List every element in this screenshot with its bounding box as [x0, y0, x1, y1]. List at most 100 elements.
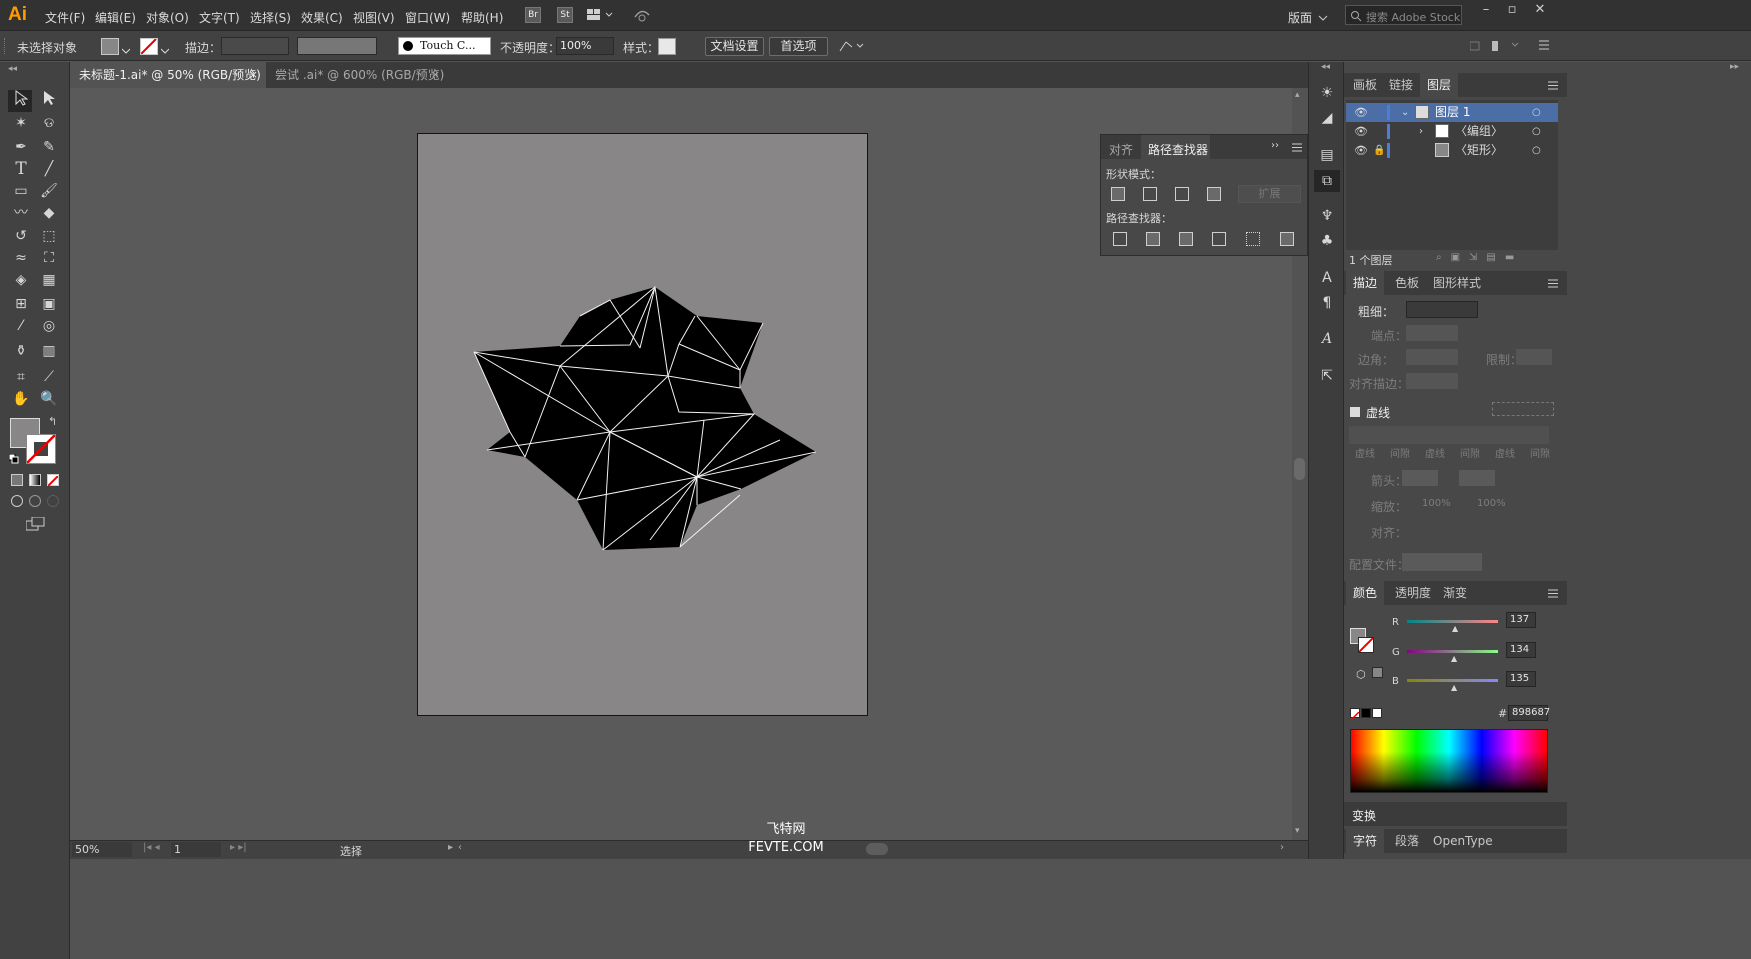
layer-row-rectangle[interactable]: 👁 🔒 〈矩形〉 ○	[1346, 141, 1558, 160]
graphic-style-swatch[interactable]	[658, 38, 676, 55]
panel-menu-icon[interactable]	[1292, 143, 1302, 152]
stock-button[interactable]: St	[557, 7, 573, 23]
eye-icon[interactable]: 👁	[1354, 103, 1368, 122]
zoom-tool-icon[interactable]: 🔍	[38, 388, 60, 410]
none-mode-icon[interactable]	[47, 474, 59, 487]
menu-effect[interactable]: 效果(C)	[301, 9, 343, 26]
r-value[interactable]: 137	[1506, 612, 1536, 628]
menu-type[interactable]: 文字(T)	[199, 9, 240, 26]
blend-tool-icon[interactable]: ◎	[38, 315, 60, 337]
zoom-level-field[interactable]: 50%	[72, 842, 132, 857]
transform-tab[interactable]: 变换	[1352, 807, 1376, 824]
b-slider-thumb[interactable]: ▲	[1451, 683, 1457, 692]
scroll-right-icon[interactable]: ›	[1280, 842, 1284, 853]
tab-character[interactable]: 字符	[1346, 829, 1385, 853]
pen-tool-icon[interactable]: ✒	[10, 136, 32, 158]
gpu-performance-icon[interactable]	[633, 7, 651, 23]
end-scale-value[interactable]: 100%	[1477, 498, 1506, 509]
eye-icon[interactable]: 👁	[1354, 122, 1368, 141]
transform-panel-header[interactable]: 变换	[1344, 802, 1567, 826]
collapse-panel-icon[interactable]: ››	[1271, 140, 1279, 151]
dashed-line-checkbox[interactable]	[1350, 407, 1360, 417]
horizontal-scroll-thumb[interactable]	[866, 843, 888, 855]
shaper-tool-icon[interactable]: 〰	[10, 202, 32, 224]
color-guide-icon[interactable]: ☀	[1317, 83, 1337, 103]
g-slider[interactable]	[1407, 650, 1498, 653]
tab-trial[interactable]: 尝试 .ai* @ 600% (RGB/预览) ×	[266, 62, 448, 88]
unite-icon[interactable]	[1111, 187, 1125, 201]
intersect-icon[interactable]	[1175, 187, 1189, 201]
layer-row-layer1[interactable]: 👁 ⌄ 图层 1 ○	[1346, 103, 1558, 122]
tab-gradient[interactable]: 渐变	[1436, 581, 1474, 605]
menu-object[interactable]: 对象(O)	[146, 9, 189, 26]
draw-normal-icon[interactable]	[11, 495, 23, 507]
menu-file[interactable]: 文件(F)	[45, 9, 85, 26]
layer-row-group[interactable]: 👁 › 〈编组〉 ○	[1346, 122, 1558, 141]
b-value[interactable]: 135	[1506, 671, 1536, 687]
tab-untitled-1[interactable]: 未标题-1.ai* @ 50% (RGB/预览) ×	[70, 62, 266, 88]
none-swatch[interactable]	[1350, 708, 1360, 721]
maximize-button[interactable]: ▫	[1500, 2, 1524, 20]
paintbrush-tool-icon[interactable]: 🖌	[38, 180, 60, 202]
align-controls-icon[interactable]	[1469, 40, 1540, 52]
target-circle-icon[interactable]: ○	[1532, 141, 1541, 160]
tab-align[interactable]: 对齐	[1109, 141, 1133, 158]
layer-name[interactable]: 〈矩形〉	[1455, 141, 1503, 160]
start-scale-value[interactable]: 100%	[1422, 498, 1451, 509]
default-colors-icon[interactable]	[8, 453, 19, 464]
stroke-swatch[interactable]	[140, 38, 158, 55]
gradient-tool-icon[interactable]: ▣	[38, 293, 60, 315]
document-setup-button[interactable]: 文档设置	[705, 37, 764, 56]
lasso-tool-icon[interactable]: ଡ	[38, 112, 60, 134]
gradient-mode-icon[interactable]	[29, 474, 41, 486]
menu-window[interactable]: 窗口(W)	[405, 9, 450, 26]
out-of-gamut-icon[interactable]: ⬡	[1356, 668, 1366, 681]
layer-name[interactable]: 图层 1	[1435, 103, 1470, 122]
arrange-icon[interactable]	[838, 39, 866, 53]
type-tool-icon[interactable]: T	[10, 158, 32, 180]
b-slider[interactable]	[1407, 679, 1498, 682]
rectangle-tool-icon[interactable]: ▭	[10, 180, 32, 202]
scroll-left-icon[interactable]: ‹	[458, 842, 462, 853]
eyedropper-tool-icon[interactable]: ⁄	[10, 315, 32, 337]
stroke-color-box[interactable]	[26, 434, 56, 464]
menu-edit[interactable]: 编辑(E)	[95, 9, 136, 26]
bridge-button[interactable]: Br	[525, 7, 541, 23]
workspace-switcher[interactable]: 版面	[1288, 9, 1312, 26]
grip-handle[interactable]	[4, 38, 7, 54]
status-menu-icon[interactable]: ▸	[448, 842, 453, 853]
align-panel-icon[interactable]: ▤	[1317, 145, 1337, 165]
expand-button[interactable]: 扩展	[1238, 185, 1301, 203]
g-value[interactable]: 134	[1506, 642, 1536, 658]
profile-select[interactable]	[1402, 553, 1482, 571]
close-tab-icon[interactable]: ×	[249, 62, 258, 88]
screen-mode-icon[interactable]	[25, 516, 46, 531]
tab-color[interactable]: 颜色	[1346, 581, 1385, 605]
crop-icon[interactable]	[1212, 232, 1226, 246]
panel-menu-icon[interactable]	[1548, 279, 1558, 288]
weight-input[interactable]	[1406, 301, 1478, 318]
lock-icon[interactable]: 🔒	[1373, 141, 1385, 160]
cap-buttons[interactable]	[1406, 325, 1458, 341]
swap-colors-icon[interactable]: ↰	[48, 415, 57, 428]
eraser-tool-icon[interactable]: ◆	[38, 202, 60, 224]
last-artboard-icon[interactable]: ▸ ▸|	[230, 842, 247, 853]
layer-name[interactable]: 〈编组〉	[1455, 122, 1503, 141]
color-mode-icon[interactable]	[11, 474, 23, 486]
expand-panels-icon[interactable]: ◂◂	[1321, 62, 1330, 72]
minimize-button[interactable]: –	[1474, 2, 1498, 20]
curvature-tool-icon[interactable]: ✎	[38, 136, 60, 158]
trim-icon[interactable]	[1146, 232, 1160, 246]
artboard-number-field[interactable]: 1	[171, 842, 221, 857]
slice-tool-icon[interactable]: ⟋	[38, 366, 60, 388]
panel-menu-icon[interactable]	[1548, 589, 1558, 598]
rotate-tool-icon[interactable]: ↺	[10, 225, 32, 247]
current-tool-status[interactable]: 选择	[340, 843, 362, 859]
divide-icon[interactable]	[1113, 232, 1127, 246]
chevron-right-icon[interactable]: ›	[1419, 122, 1423, 141]
tab-links[interactable]: 链接	[1382, 73, 1420, 97]
black-swatch[interactable]	[1361, 708, 1371, 718]
color-spectrum[interactable]	[1350, 729, 1548, 793]
selection-tool-icon[interactable]	[10, 90, 32, 112]
tab-transparency[interactable]: 透明度	[1388, 581, 1438, 605]
